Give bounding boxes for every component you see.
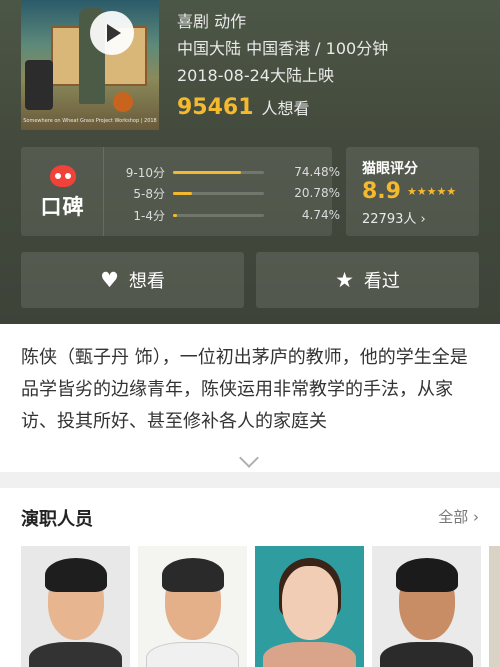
rating-distribution-row: 9-10分 74.48% bbox=[121, 162, 340, 182]
cast-section-title: 演职人员 bbox=[21, 509, 93, 530]
movie-header: Somewhere on Wheat Grass Project Worksho… bbox=[0, 0, 500, 324]
koubei-badge: 口碑 bbox=[21, 147, 104, 236]
heart-icon: ♥ bbox=[100, 268, 119, 292]
want-to-see-stat: 95461 人想看 bbox=[177, 95, 310, 120]
want-label: 人想看 bbox=[261, 99, 310, 118]
rating-range-label: 5-8分 bbox=[133, 186, 165, 201]
movie-release-date: 2018-08-24大陆上映 bbox=[177, 66, 334, 85]
movie-genre: 喜剧 动作 bbox=[177, 12, 247, 31]
koubei-label: 口碑 bbox=[40, 195, 85, 219]
want-to-see-button[interactable]: ♥ 想看 bbox=[21, 252, 244, 308]
maoyan-vote-count[interactable]: 22793人 › bbox=[362, 208, 426, 227]
rating-bar-fill bbox=[173, 213, 178, 217]
rating-distribution-row: 5-8分 20.78% bbox=[121, 183, 340, 203]
poster-caption: Somewhere on Wheat Grass Project Worksho… bbox=[23, 118, 157, 124]
rating-percent: 4.74% bbox=[301, 208, 340, 222]
poster-art-bag bbox=[25, 60, 53, 110]
want-count: 95461 bbox=[177, 95, 254, 120]
cast-photo[interactable] bbox=[372, 546, 481, 667]
want-to-see-label: 想看 bbox=[128, 271, 165, 292]
synopsis-text: 陈侠（甄子丹 饰），一位初出茅庐的教师，他的学生全是品学皆劣的边缘青年，陈侠运用… bbox=[21, 347, 468, 432]
rating-bar-track bbox=[173, 191, 264, 195]
cast-photo[interactable] bbox=[138, 546, 247, 667]
maoyan-cat-logo-icon bbox=[50, 165, 76, 187]
star-rating-icon: ★★★★★ bbox=[406, 185, 457, 198]
koubei-card[interactable]: 口碑 9-10分 74.48% 5-8分 20.78% 1-4分 4.74% bbox=[21, 147, 340, 236]
rating-bar-track bbox=[173, 213, 264, 217]
cast-photo[interactable] bbox=[489, 546, 500, 667]
rating-bar-track bbox=[173, 170, 264, 174]
play-trailer-button[interactable] bbox=[90, 11, 134, 55]
poster-art-ball bbox=[113, 92, 133, 112]
star-icon: ★ bbox=[335, 268, 354, 292]
maoyan-score-title: 猫眼评分 bbox=[362, 161, 418, 177]
rating-range-label: 9-10分 bbox=[125, 165, 165, 180]
seen-button[interactable]: ★ 看过 bbox=[256, 252, 479, 308]
cast-photo[interactable] bbox=[255, 546, 364, 667]
rating-distribution-row: 1-4分 4.74% bbox=[121, 205, 340, 225]
rating-range-label: 1-4分 bbox=[133, 208, 165, 223]
synopsis-section[interactable]: 陈侠（甄子丹 饰），一位初出茅庐的教师，他的学生全是品学皆劣的边缘青年，陈侠运用… bbox=[0, 324, 500, 472]
cast-view-all-link[interactable]: 全部 › bbox=[438, 506, 479, 527]
movie-country-duration: 中国大陆 中国香港 / 100分钟 bbox=[177, 39, 389, 58]
seen-label: 看过 bbox=[363, 271, 400, 292]
maoyan-score-card[interactable]: 猫眼评分 8.9 ★★★★★ 22793人 › bbox=[346, 147, 479, 236]
cast-section: 演职人员 全部 › bbox=[0, 488, 500, 667]
rating-percent: 20.78% bbox=[294, 186, 340, 200]
rating-bar-fill bbox=[173, 170, 241, 174]
expand-chevron-down-icon[interactable] bbox=[239, 448, 259, 468]
cast-photo-row bbox=[21, 546, 500, 667]
score-row: 8.9 ★★★★★ bbox=[362, 179, 456, 204]
rating-bar-fill bbox=[173, 191, 192, 195]
rating-percent: 74.48% bbox=[294, 165, 340, 179]
movie-poster[interactable]: Somewhere on Wheat Grass Project Worksho… bbox=[21, 0, 159, 130]
cast-photo[interactable] bbox=[21, 546, 130, 667]
maoyan-score: 8.9 bbox=[362, 179, 401, 204]
